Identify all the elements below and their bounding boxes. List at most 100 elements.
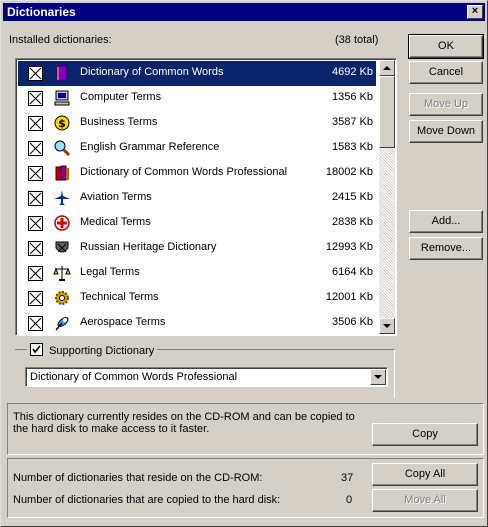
checkbox-x-icon bbox=[29, 117, 42, 130]
window-title: Dictionaries bbox=[7, 5, 76, 19]
checkbox-x-icon bbox=[29, 292, 42, 305]
title-bar[interactable]: Dictionaries × bbox=[3, 3, 485, 21]
dictionary-checkbox[interactable] bbox=[28, 116, 43, 131]
supporting-select[interactable]: Dictionary of Common Words Professional bbox=[25, 367, 388, 387]
list-item[interactable]: Aerospace Terms 3506 Kb bbox=[18, 311, 376, 335]
ok-button[interactable]: OK bbox=[408, 34, 484, 59]
checkbox-x-icon bbox=[29, 317, 42, 330]
scroll-thumb[interactable] bbox=[379, 76, 395, 148]
cdrom-count: 37 bbox=[341, 472, 354, 484]
harddisk-count: 0 bbox=[346, 494, 353, 506]
dictionary-name: Computer Terms bbox=[80, 91, 162, 103]
dictionary-checkbox[interactable] bbox=[28, 216, 43, 231]
scroll-down-button[interactable] bbox=[379, 318, 395, 334]
checkbox-x-icon bbox=[29, 192, 42, 205]
medical-cross-icon bbox=[53, 214, 71, 232]
cdrom-label: Number of dictionaries that reside on th… bbox=[13, 472, 263, 484]
computer-icon bbox=[53, 89, 71, 107]
list-item[interactable]: Aviation Terms 2415 Kb bbox=[18, 186, 376, 211]
dictionary-size: 1356 Kb bbox=[332, 91, 373, 103]
checkbox-x-icon bbox=[29, 217, 42, 230]
supporting-value: Dictionary of Common Words Professional bbox=[30, 371, 238, 383]
crest-icon bbox=[53, 239, 71, 257]
dictionary-name: Aerospace Terms bbox=[80, 316, 166, 328]
supporting-label: Supporting Dictionary bbox=[49, 345, 155, 357]
dollar-icon: $ bbox=[53, 114, 71, 132]
scroll-up-button[interactable] bbox=[379, 60, 395, 76]
checkbox-x-icon bbox=[29, 92, 42, 105]
list-item[interactable]: $ Business Terms 3587 Kb bbox=[18, 111, 376, 136]
dictionary-checkbox[interactable] bbox=[28, 91, 43, 106]
list-item[interactable]: Legal Terms 6164 Kb bbox=[18, 261, 376, 286]
remove-button[interactable]: Remove... bbox=[409, 237, 483, 260]
add-button[interactable]: Add... bbox=[409, 210, 483, 233]
dictionary-name: Aviation Terms bbox=[80, 191, 152, 203]
checkbox-x-icon bbox=[29, 242, 42, 255]
list-item[interactable]: Russian Heritage Dictionary 12993 Kb bbox=[18, 236, 376, 261]
list-scrollbar[interactable] bbox=[379, 60, 395, 334]
checkbox-x-icon bbox=[29, 67, 42, 80]
dictionary-checkbox[interactable] bbox=[28, 191, 43, 206]
dictionary-size: 3587 Kb bbox=[332, 116, 373, 128]
dictionary-size: 2415 Kb bbox=[332, 191, 373, 203]
svg-text:$: $ bbox=[58, 117, 66, 130]
dictionary-list[interactable]: Dictionary of Common Words 4692 Kb Compute… bbox=[15, 58, 397, 336]
supporting-checkbox[interactable] bbox=[30, 343, 43, 356]
satellite-icon bbox=[53, 314, 71, 332]
list-item[interactable]: Dictionary of Common Words Professional 1… bbox=[18, 161, 376, 186]
dictionary-size: 6164 Kb bbox=[332, 266, 373, 278]
chevron-down-icon bbox=[374, 375, 382, 379]
harddisk-label: Number of dictionaries that are copied t… bbox=[13, 494, 281, 506]
list-item[interactable]: Dictionary of Common Words 4692 Kb bbox=[18, 61, 376, 86]
gear-icon bbox=[53, 289, 71, 307]
airplane-icon bbox=[53, 189, 71, 207]
move-all-button[interactable]: Move All bbox=[372, 489, 478, 512]
dictionary-checkbox[interactable] bbox=[28, 316, 43, 331]
checkbox-x-icon bbox=[29, 267, 42, 280]
total-count: (38 total) bbox=[335, 34, 379, 46]
close-button[interactable]: × bbox=[467, 5, 483, 19]
dictionary-checkbox[interactable] bbox=[28, 291, 43, 306]
dictionary-checkbox[interactable] bbox=[28, 141, 43, 156]
dictionary-checkbox[interactable] bbox=[28, 266, 43, 281]
checkbox-x-icon bbox=[29, 142, 42, 155]
dictionaries-window: Dictionaries × Installed dictionaries: (… bbox=[0, 0, 488, 527]
dictionary-checkbox[interactable] bbox=[28, 166, 43, 181]
dictionary-name: Dictionary of Common Words bbox=[80, 66, 224, 78]
move-up-button[interactable]: Move Up bbox=[409, 93, 483, 116]
books-icon bbox=[53, 164, 71, 182]
list-item[interactable]: English Grammar Reference 1583 Kb bbox=[18, 136, 376, 161]
dictionary-size: 1583 Kb bbox=[332, 141, 373, 153]
list-item[interactable]: Technical Terms 12001 Kb bbox=[18, 286, 376, 311]
dictionary-size: 18002 Kb bbox=[325, 166, 373, 178]
dictionary-name: Technical Terms bbox=[80, 291, 159, 303]
dictionary-checkbox[interactable] bbox=[28, 241, 43, 256]
dictionary-name: English Grammar Reference bbox=[80, 141, 220, 153]
dictionary-name: Medical Terms bbox=[80, 216, 151, 228]
move-down-button[interactable]: Move Down bbox=[409, 120, 483, 143]
dictionary-name: Legal Terms bbox=[80, 266, 140, 278]
info-line-2: the hard disk to make access to it faste… bbox=[13, 423, 210, 435]
list-item[interactable]: Computer Terms 1356 Kb bbox=[18, 86, 376, 111]
dictionary-size: 2838 Kb bbox=[332, 216, 373, 228]
magnifier-icon bbox=[53, 139, 71, 157]
checkmark-icon bbox=[32, 345, 41, 354]
checkbox-x-icon bbox=[29, 167, 42, 180]
dictionary-name: Dictionary of Common Words Professional bbox=[80, 166, 288, 178]
cancel-button[interactable]: Cancel bbox=[409, 61, 483, 84]
list-item[interactable]: Medical Terms 2838 Kb bbox=[18, 211, 376, 236]
book-icon bbox=[53, 64, 71, 82]
arrow-up-icon bbox=[383, 66, 391, 70]
dictionary-size: 4692 Kb bbox=[332, 66, 373, 78]
scales-icon bbox=[53, 264, 71, 282]
dictionary-size: 12993 Kb bbox=[325, 241, 373, 253]
dictionary-size: 12001 Kb bbox=[325, 291, 373, 303]
copy-button[interactable]: Copy bbox=[372, 423, 478, 446]
copy-all-button[interactable]: Copy All bbox=[372, 463, 478, 486]
dictionary-size: 3506 Kb bbox=[332, 316, 373, 328]
arrow-down-icon bbox=[383, 324, 391, 328]
dropdown-arrow-button[interactable] bbox=[370, 369, 386, 385]
supporting-legend: Supporting Dictionary bbox=[27, 343, 158, 357]
info-line-1: This dictionary currently resides on the… bbox=[13, 411, 355, 423]
dictionary-checkbox[interactable] bbox=[28, 66, 43, 81]
